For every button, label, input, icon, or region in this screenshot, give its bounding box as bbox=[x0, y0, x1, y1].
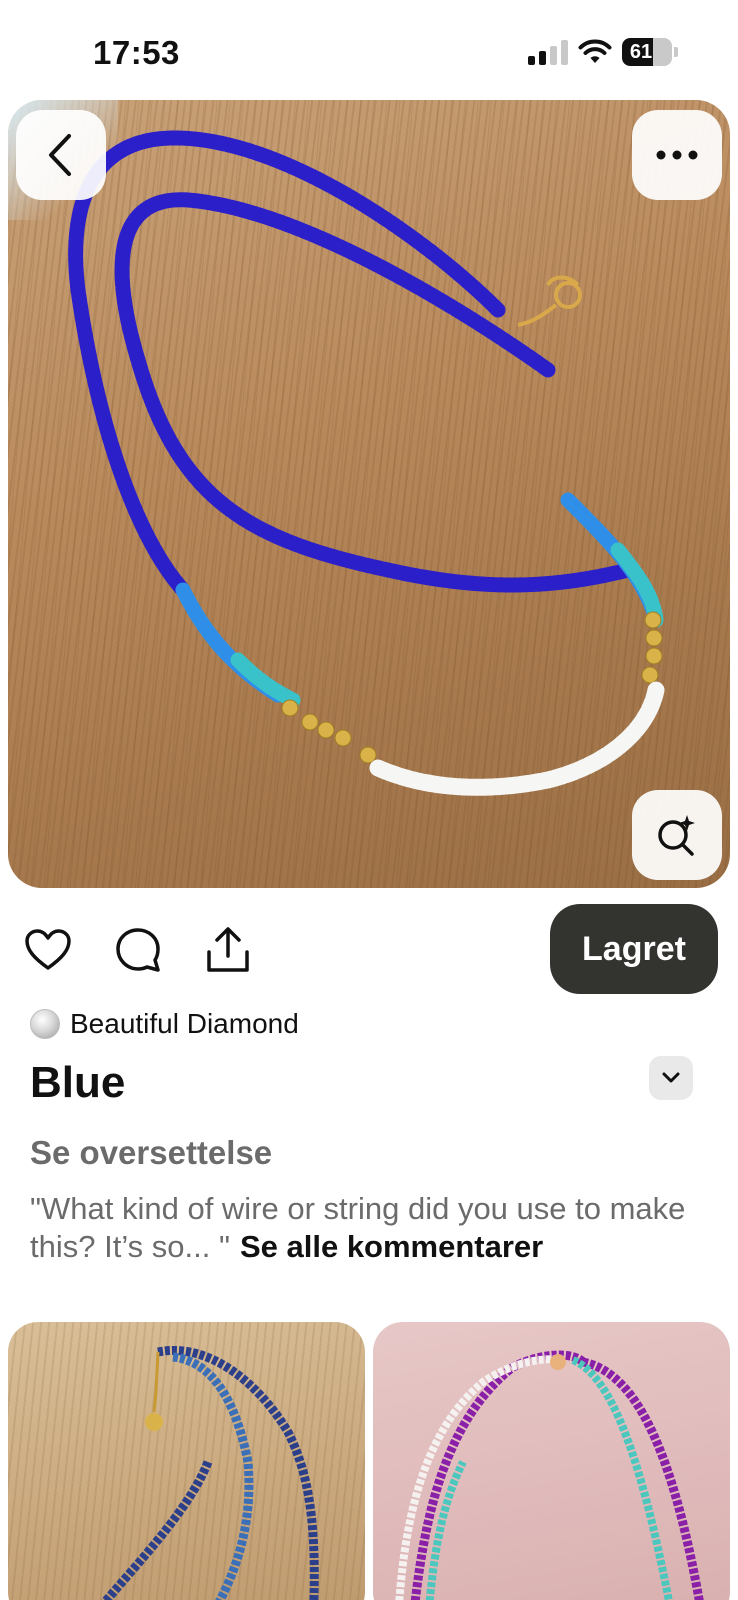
author-avatar[interactable] bbox=[30, 1009, 60, 1039]
wifi-icon bbox=[578, 39, 612, 63]
comment-bubble-icon bbox=[116, 928, 160, 972]
share-button[interactable] bbox=[202, 924, 254, 976]
battery-icon: 61 bbox=[622, 38, 672, 66]
status-time: 17:53 bbox=[93, 34, 180, 71]
pin-image[interactable] bbox=[8, 100, 730, 888]
chevron-left-icon bbox=[49, 134, 71, 176]
pin-title: Blue bbox=[30, 1058, 126, 1107]
cellular-signal-icon bbox=[528, 39, 568, 65]
visual-search-button[interactable] bbox=[632, 790, 722, 880]
share-upload-icon bbox=[207, 927, 249, 972]
see-all-comments-link[interactable]: Se alle kommentarer bbox=[240, 1229, 543, 1264]
necklace-illustration bbox=[68, 130, 665, 796]
saved-button[interactable]: Lagret bbox=[550, 904, 718, 994]
back-button[interactable] bbox=[16, 110, 106, 200]
comment-button[interactable] bbox=[112, 924, 164, 976]
related-pin-card[interactable] bbox=[8, 1322, 365, 1600]
pin-action-bar: Lagret bbox=[0, 900, 738, 1000]
like-button[interactable] bbox=[22, 924, 74, 976]
heart-icon bbox=[25, 929, 71, 970]
battery-level: 61 bbox=[629, 41, 653, 63]
related-pin-card[interactable] bbox=[373, 1322, 730, 1600]
comment-preview[interactable]: "What kind of wire or string did you use… bbox=[30, 1190, 710, 1266]
author-row[interactable]: Beautiful Diamond bbox=[30, 1008, 299, 1040]
more-horizontal-icon bbox=[656, 150, 698, 160]
expand-details-button[interactable] bbox=[649, 1056, 693, 1100]
chevron-down-icon bbox=[662, 1072, 680, 1083]
related-pin-image bbox=[100, 1346, 319, 1600]
visual-search-sparkle-icon bbox=[658, 815, 695, 856]
author-name[interactable]: Beautiful Diamond bbox=[70, 1008, 299, 1040]
see-translation-link[interactable]: Se oversettelse bbox=[30, 1134, 272, 1172]
battery-cap bbox=[674, 47, 678, 57]
status-bar: 17:53 61 bbox=[0, 0, 738, 100]
related-pin-image bbox=[395, 1350, 704, 1600]
status-indicators: 61 bbox=[528, 38, 678, 66]
more-options-button[interactable] bbox=[632, 110, 722, 200]
